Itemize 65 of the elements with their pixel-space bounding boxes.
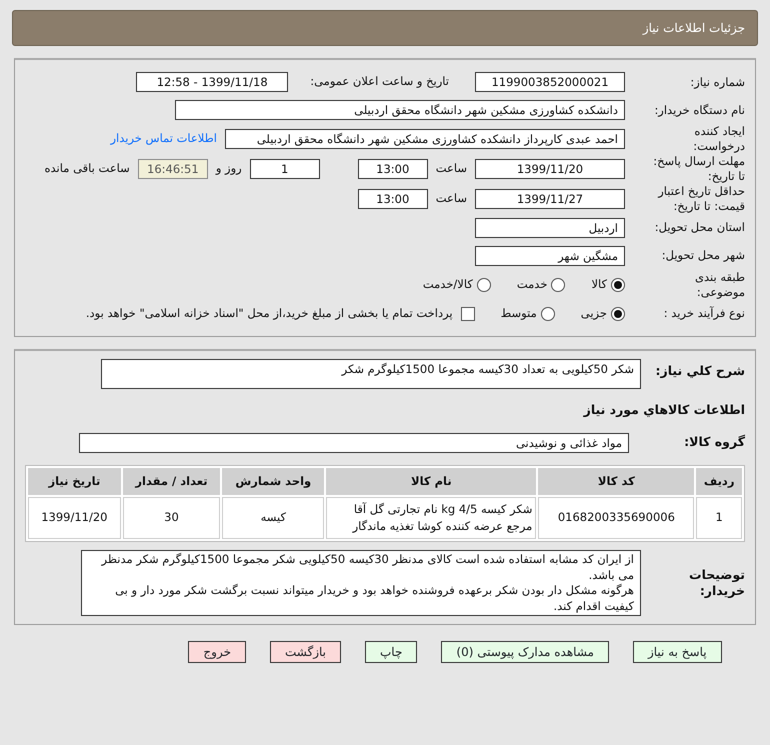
buyer-field: دانشکده کشاورزی مشکین شهر دانشگاه محقق اردبیلی xyxy=(175,100,625,120)
radio-label: خدمت xyxy=(516,276,548,293)
field-label: شهر محل تحویل: xyxy=(660,248,745,264)
field-label: ساعت xyxy=(436,160,467,178)
table-cell: 1399/11/20 xyxy=(28,496,121,540)
goods-group-field: مواد غذائی و نوشیدنی xyxy=(79,432,629,452)
table-cell: 0168200335690006 xyxy=(538,496,694,540)
deadline-time-field: 13:00 xyxy=(358,158,428,179)
notes-line: از ایران کد مشابه استفاده شده است کالای مدنظر 30کیسه 50کیلویی شکر مجموعا 1500کیلوگرم شکر مدنظر می باشد. xyxy=(100,552,634,584)
field-label: طبقه بندی موضوعی: xyxy=(694,270,745,300)
need-number-field: 1199003852000021 xyxy=(475,72,625,92)
column-header: تاریخ نیاز xyxy=(28,468,121,495)
field-label: ساعت باقی مانده xyxy=(44,160,130,178)
province-field: اردبیل xyxy=(475,218,625,238)
deadline-date-field: 1399/11/20 xyxy=(475,158,625,179)
validity-date-field: 1399/11/27 xyxy=(475,188,625,209)
section-title: اطلاعات کالاهاي مورد نياز xyxy=(584,401,745,420)
action-button[interactable]: چاپ xyxy=(365,641,418,664)
table-cell: 30 xyxy=(122,496,220,540)
action-button[interactable]: پاسخ به نیاز xyxy=(632,641,722,664)
radio-label: جزیی xyxy=(580,304,607,322)
table-cell: 1 xyxy=(696,496,742,540)
contact-link[interactable]: اطلاعات تماس خریدار xyxy=(110,130,217,148)
table-cell: کیسه xyxy=(222,496,324,540)
radio-button[interactable] xyxy=(551,278,566,292)
field-label: روز و xyxy=(216,160,242,178)
table-cell: شکر کیسه 4/5 kg نام تجارتی گل آقا مرجع عرضه کننده کوشا تغذیه ماندگار xyxy=(326,496,536,540)
radio-label: کالا xyxy=(591,276,607,293)
announce-datetime-field: 1399/11/18 - 12:58 xyxy=(136,72,288,92)
radio-label: کالا/خدمت xyxy=(422,276,473,293)
page-title: جزئیات اطلاعات نیاز xyxy=(642,21,745,35)
action-button[interactable]: بازگشت xyxy=(270,641,341,664)
validity-time-field: 13:00 xyxy=(358,188,428,209)
field-label: ایجاد کننده درخواست: xyxy=(692,124,745,154)
field-label: استان محل تحویل: xyxy=(654,220,745,236)
requester-field: احمد عبدی کارپرداز دانشکده کشاورزی مشکین شهر دانشگاه محقق اردبیلی xyxy=(225,128,625,149)
checkbox-label: پرداخت تمام یا بخشی از مبلغ خرید،از محل "اسناد خزانه اسلامی" خواهد بود. xyxy=(86,304,453,322)
radio-button[interactable] xyxy=(611,278,625,292)
checkbox[interactable] xyxy=(460,306,475,320)
field-label: ساعت xyxy=(436,190,467,208)
field-label: شرح کلي نياز: xyxy=(654,362,745,379)
radio-button[interactable] xyxy=(611,306,625,320)
field-label: نوع فرآیند خرید : xyxy=(662,306,745,321)
action-button[interactable]: مشاهده مدارک پیوستی (0) xyxy=(441,641,609,664)
field-label: گروه کالا: xyxy=(683,434,745,451)
column-header: کد کالا xyxy=(538,468,694,495)
days-field: 1 xyxy=(250,158,320,179)
notes-line: هرگونه مشکل دار بودن شکر برعهده فروشنده خواهد بود و خریدار میتواند نسبت برگشت شکر مورد دار و بی کیفیت اقدام کند. xyxy=(114,583,634,614)
description-field: شکر 50کیلویی به تعداد 30کیسه مجموعا 1500کیلوگرم شکر xyxy=(101,358,641,388)
column-header: تعداد / مقدار xyxy=(122,468,220,495)
field-label: مهلت ارسال پاسخ: تا تاریخ: xyxy=(652,154,745,184)
field-label: حداقل تاریخ اعتبار قیمت: تا تاریخ: xyxy=(656,184,745,214)
radio-button[interactable] xyxy=(540,306,555,320)
field-label: توضیحات خریدار: xyxy=(688,567,745,600)
action-button[interactable]: خروج xyxy=(188,641,246,664)
column-header: ردیف xyxy=(696,468,742,495)
city-field: مشگین شهر xyxy=(475,246,625,266)
field-label: شماره نیاز: xyxy=(689,74,745,90)
radio-button[interactable] xyxy=(476,278,491,292)
field-label: نام دستگاه خریدار: xyxy=(653,102,745,118)
column-header: نام کالا xyxy=(326,468,536,495)
radio-label: متوسط xyxy=(500,304,537,322)
column-header: واحد شمارش xyxy=(222,468,324,495)
field-label: تاریخ و ساعت اعلان عمومی: xyxy=(310,73,449,90)
remaining-time-field: 16:46:51 xyxy=(138,158,208,179)
